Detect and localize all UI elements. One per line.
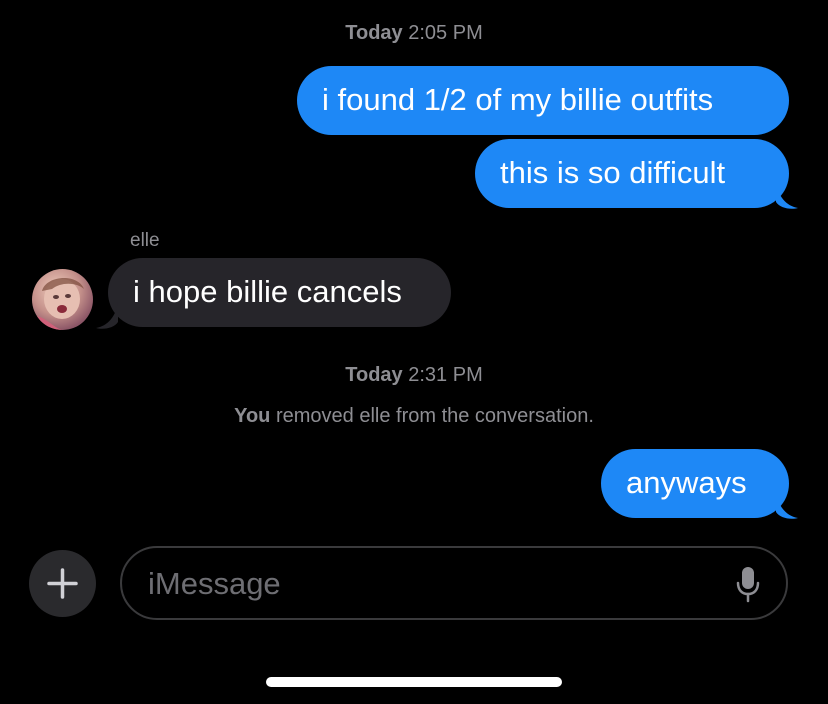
message-input-placeholder: iMessage <box>148 566 281 601</box>
message-text: this is so difficult <box>500 155 726 190</box>
outgoing-message-bubble[interactable]: i found 1/2 of my billie outfits <box>297 66 789 135</box>
outgoing-message-bubble[interactable]: anyways <box>601 449 789 518</box>
system-notice: You removed elle from the conversation. <box>0 405 828 428</box>
timestamp-1: Today 2:05 PM <box>0 22 828 45</box>
avatar[interactable] <box>32 269 93 330</box>
message-text: anyways <box>626 465 747 500</box>
plus-icon <box>47 568 78 599</box>
timestamp-day: Today <box>345 22 403 44</box>
home-indicator[interactable] <box>266 677 562 687</box>
message-text: i found 1/2 of my billie outfits <box>322 82 714 117</box>
message-input[interactable]: iMessage <box>120 546 788 620</box>
system-notice-actor: You <box>234 405 271 427</box>
bubble-tail <box>776 492 798 519</box>
microphone-icon[interactable] <box>736 566 760 604</box>
avatar-photo <box>32 277 84 330</box>
timestamp-time: 2:31 PM <box>408 364 483 386</box>
sender-name: elle <box>130 230 160 251</box>
incoming-message-bubble[interactable]: i hope billie cancels <box>108 258 451 327</box>
system-notice-text: removed elle from the conversation. <box>275 405 594 427</box>
bubble-tail <box>96 302 118 329</box>
timestamp-day: Today <box>345 364 403 386</box>
outgoing-message-bubble[interactable]: this is so difficult <box>475 139 789 208</box>
message-text: i hope billie cancels <box>133 274 402 309</box>
add-attachment-button[interactable] <box>29 550 96 617</box>
bubble-tail <box>776 182 798 209</box>
timestamp-2: Today 2:31 PM <box>0 364 828 387</box>
timestamp-time: 2:05 PM <box>408 22 483 44</box>
